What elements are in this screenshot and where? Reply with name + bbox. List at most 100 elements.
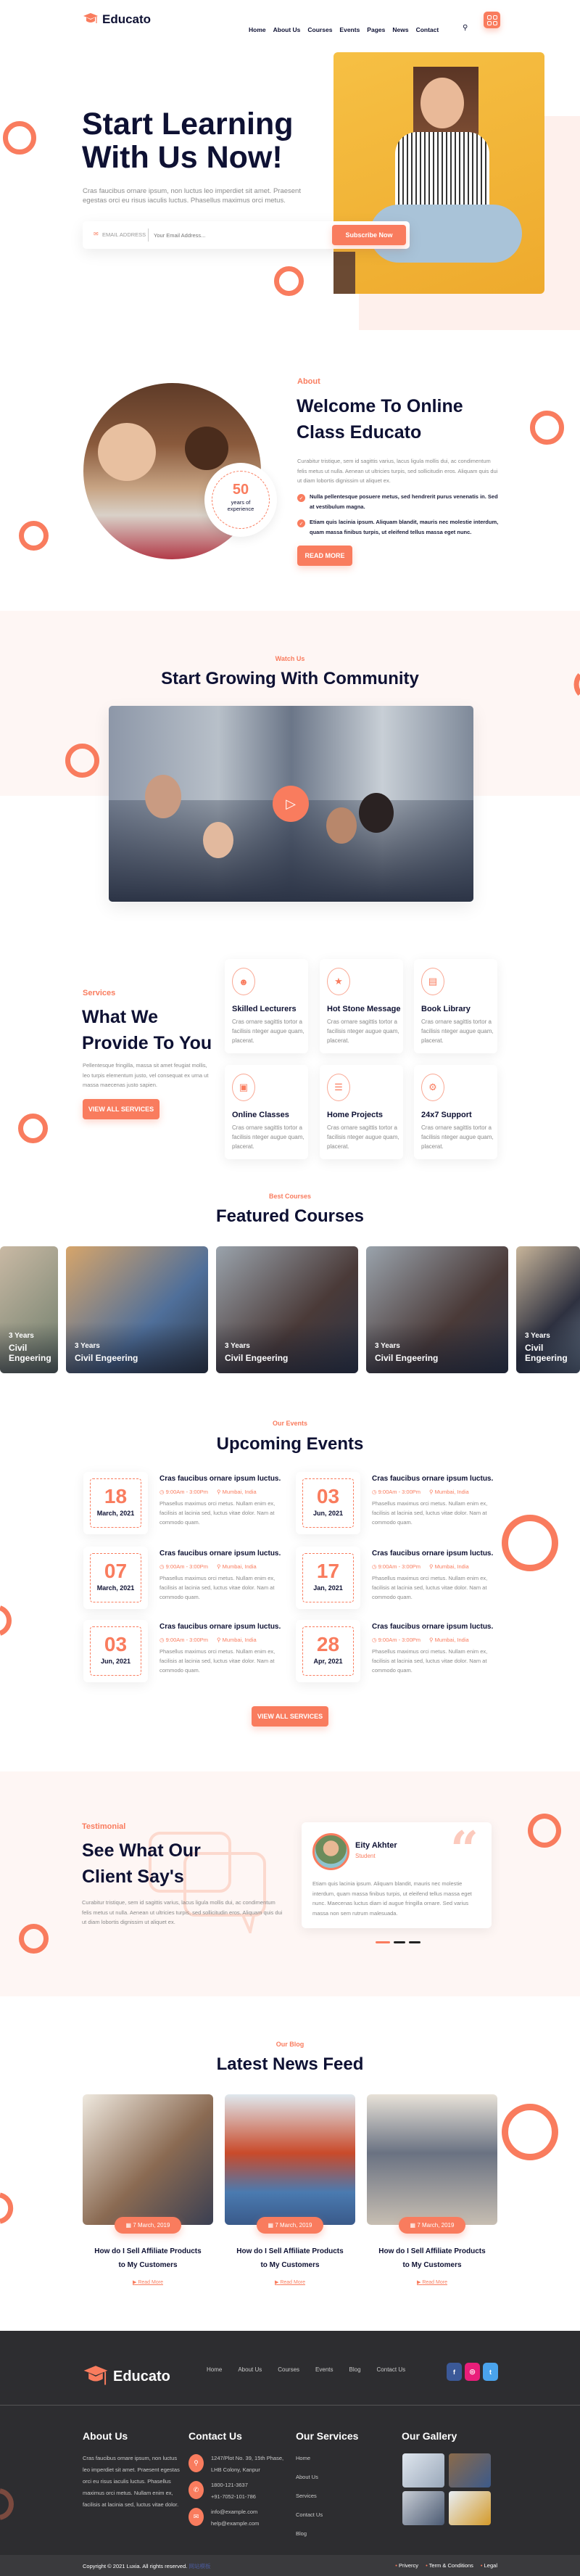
- footer-nav-courses[interactable]: Courses: [278, 2366, 299, 2373]
- about-point-text: Nulla pellentesque posuere metus, sed he…: [310, 493, 498, 510]
- gallery-image[interactable]: [402, 2453, 444, 2487]
- gallery-image[interactable]: [449, 2453, 491, 2487]
- decor-ring: [502, 2104, 558, 2160]
- about-subtitle: About: [297, 377, 320, 386]
- event-day: 03: [316, 1485, 340, 1507]
- read-more-link[interactable]: ▶︎ Read More: [367, 2279, 497, 2285]
- nav-news[interactable]: News: [392, 26, 408, 33]
- gallery-image[interactable]: [449, 2491, 491, 2525]
- instagram-icon[interactable]: ◎: [465, 2363, 480, 2381]
- graduation-cap-icon: [83, 13, 98, 23]
- event-title[interactable]: Cras faucibus ornare ipsum luctus.: [160, 1550, 281, 1557]
- blog-post-title[interactable]: How do I Sell Affiliate Products to My C…: [367, 2244, 497, 2272]
- footer-service-link[interactable]: Services: [296, 2490, 323, 2502]
- copyright-link[interactable]: 网站模板: [188, 2563, 210, 2569]
- event-title[interactable]: Cras faucibus ornare ipsum luctus.: [160, 1475, 281, 1483]
- clock-icon: ◷: [160, 1489, 166, 1495]
- grid-menu-button[interactable]: [484, 12, 500, 28]
- service-title: Hot Stone Message: [327, 1005, 401, 1013]
- course-card[interactable]: 3 Years Civil Engeering: [66, 1246, 208, 1373]
- badge-number: 50: [232, 482, 249, 498]
- gallery-image[interactable]: [402, 2491, 444, 2525]
- event-place: Mumbai, India: [434, 1637, 469, 1643]
- search-icon[interactable]: ⚲: [463, 24, 468, 32]
- footer-nav-contact-us[interactable]: Contact Us: [377, 2366, 406, 2373]
- blog-image[interactable]: [367, 2094, 497, 2225]
- location-icon: ⚲: [217, 1489, 223, 1495]
- subscribe-button[interactable]: Subscribe Now: [332, 225, 406, 245]
- view-all-services-button[interactable]: VIEW ALL SERVICES: [83, 1099, 160, 1119]
- footer-logo[interactable]: Educato: [83, 2363, 170, 2390]
- event-time: 9:00Am - 3:00Pm: [378, 1563, 420, 1570]
- slide-dot-2[interactable]: [394, 1941, 405, 1943]
- service-card[interactable]: ▤ Book Library Cras ornare sagittis tortor…: [414, 959, 497, 1053]
- legal-link[interactable]: • Term & Conditions: [426, 2562, 473, 2569]
- course-card[interactable]: 3 Years Civil Engeering: [216, 1246, 358, 1373]
- nav-pages[interactable]: Pages: [367, 26, 385, 33]
- footer-services-list: Home About Us Services Contact Us Blog: [296, 2453, 323, 2547]
- read-more-link[interactable]: ▶︎ Read More: [83, 2279, 213, 2285]
- course-card[interactable]: 3 Years Civil Engeering: [366, 1246, 508, 1373]
- event-month: Apr, 2021: [313, 1658, 343, 1665]
- decor-ring: [18, 1114, 48, 1143]
- logo[interactable]: Educato: [83, 12, 151, 28]
- footer-nav-blog[interactable]: Blog: [349, 2366, 361, 2373]
- service-card[interactable]: ★ Hot Stone Message Cras ornare sagittis t…: [320, 959, 403, 1053]
- clock-icon: ◷: [372, 1563, 378, 1570]
- footer-service-link[interactable]: Contact Us: [296, 2509, 323, 2521]
- footer-service-link[interactable]: About Us: [296, 2472, 323, 2483]
- blog-post-title[interactable]: How do I Sell Affiliate Products to My C…: [225, 2244, 355, 2272]
- check-icon: ✓: [297, 519, 305, 527]
- legal-link[interactable]: • Privercy: [395, 2562, 418, 2569]
- event-day: 17: [316, 1560, 340, 1582]
- service-card[interactable]: ▣ Online Classes Cras ornare sagittis tort…: [225, 1065, 308, 1159]
- events-subtitle: Our Events: [272, 1420, 307, 1427]
- watch-subtitle: Watch Us: [275, 655, 305, 662]
- book-icon: ▤: [421, 968, 444, 995]
- footer-nav-about-us[interactable]: About Us: [238, 2366, 262, 2373]
- event-title[interactable]: Cras faucibus ornare ipsum luctus.: [160, 1623, 281, 1631]
- slide-dot-3[interactable]: [409, 1941, 420, 1943]
- event-title[interactable]: Cras faucibus ornare ipsum luctus.: [372, 1475, 493, 1483]
- nav-home[interactable]: Home: [249, 26, 266, 33]
- blog-date: ▦ 7 March, 2019: [399, 2217, 465, 2234]
- services-title: What We Provide To You: [82, 1007, 212, 1053]
- service-card[interactable]: ⚙ 24x7 Support Cras ornare sagittis tortor…: [414, 1065, 497, 1159]
- course-card[interactable]: 3 Years Civil Engeering: [516, 1246, 580, 1373]
- play-button[interactable]: ▷: [273, 786, 309, 822]
- read-more-button[interactable]: READ MORE: [297, 546, 352, 566]
- footer-service-link[interactable]: Blog: [296, 2528, 323, 2540]
- nav-courses[interactable]: Courses: [307, 26, 332, 33]
- decor-ring: [19, 521, 49, 551]
- blog-image[interactable]: [225, 2094, 355, 2225]
- event-time: 9:00Am - 3:00Pm: [165, 1489, 208, 1495]
- read-more-link[interactable]: ▶︎ Read More: [225, 2279, 355, 2285]
- service-card[interactable]: ☰ Home Projects Cras ornare sagittis torto…: [320, 1065, 403, 1159]
- view-all-events-button[interactable]: VIEW ALL SERVICES: [252, 1706, 328, 1727]
- email-input[interactable]: [154, 229, 320, 242]
- event-title[interactable]: Cras faucibus ornare ipsum luctus.: [372, 1550, 493, 1557]
- footer-nav-events[interactable]: Events: [315, 2366, 333, 2373]
- facebook-icon[interactable]: f: [447, 2363, 462, 2381]
- nav-events[interactable]: Events: [339, 26, 360, 33]
- footer-service-link[interactable]: Home: [296, 2453, 323, 2464]
- event-text: Phasellus maximus orci metus. Nullam eni…: [160, 1500, 276, 1526]
- event-title[interactable]: Cras faucibus ornare ipsum luctus.: [372, 1623, 493, 1631]
- nav-about-us[interactable]: About Us: [273, 26, 301, 33]
- calendar-icon: ▦: [410, 2222, 418, 2229]
- blog-image[interactable]: [83, 2094, 213, 2225]
- course-card[interactable]: 3 Years Civil Engeering: [0, 1246, 58, 1373]
- video-thumbnail[interactable]: ▷: [109, 706, 473, 902]
- twitter-icon[interactable]: t: [483, 2363, 498, 2381]
- course-name: Civil Engeering: [525, 1343, 568, 1363]
- slide-dot-1[interactable]: [376, 1941, 390, 1943]
- support-icon: ⚙: [421, 1074, 444, 1101]
- event-meta: ◷ 9:00Am - 3:00Pm ⚲ Mumbai, India: [160, 1637, 257, 1643]
- nav-contact[interactable]: Contact: [416, 26, 439, 33]
- legal-link[interactable]: • Legal: [481, 2562, 497, 2569]
- course-duration: 3 Years: [225, 1342, 250, 1350]
- blog-post-title[interactable]: How do I Sell Affiliate Products to My C…: [83, 2244, 213, 2272]
- service-card[interactable]: ☻ Skilled Lecturers Cras ornare sagittis t…: [225, 959, 308, 1053]
- footer-nav-home[interactable]: Home: [207, 2366, 222, 2373]
- event-place: Mumbai, India: [222, 1563, 257, 1570]
